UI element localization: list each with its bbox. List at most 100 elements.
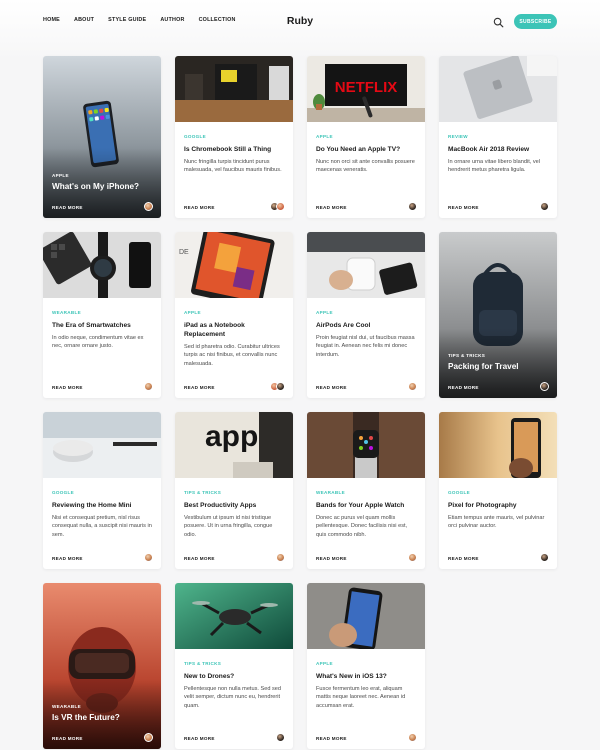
post-title[interactable]: New to Drones? — [184, 672, 285, 681]
nav-collection[interactable]: COLLECTION — [199, 17, 236, 23]
read-more-link[interactable]: READ MORE — [52, 385, 83, 390]
nav-home[interactable]: HOME — [43, 17, 60, 23]
post-title[interactable]: MacBook Air 2018 Review — [448, 145, 549, 154]
read-more-link[interactable]: READ MORE — [184, 385, 215, 390]
post-title[interactable]: AirPods Are Cool — [316, 321, 417, 330]
read-more-link[interactable]: READ MORE — [184, 736, 215, 741]
post-card[interactable]: APPLE What's New in iOS 13? Fusce fermen… — [307, 583, 425, 749]
author-avatar[interactable] — [408, 382, 417, 391]
post-category[interactable]: GOOGLE — [184, 134, 285, 139]
post-card[interactable]: app TIPS & TRICKS Best Productivity Apps… — [175, 412, 293, 569]
post-image — [307, 232, 425, 298]
read-more-link[interactable]: READ MORE — [316, 205, 347, 210]
author-avatar[interactable] — [540, 202, 549, 211]
read-more-link[interactable]: READ MORE — [448, 556, 479, 561]
read-more-link[interactable]: READ MORE — [184, 556, 215, 561]
post-excerpt: Nunc fringilla turpis tincidunt purus ma… — [184, 159, 282, 174]
read-more-link[interactable]: READ MORE — [52, 556, 83, 561]
post-category[interactable]: WEARABLE — [52, 704, 153, 709]
read-more-link[interactable]: READ MORE — [52, 736, 83, 741]
post-image — [439, 412, 557, 478]
read-more-link[interactable]: READ MORE — [184, 205, 215, 210]
author-avatar[interactable] — [540, 553, 549, 562]
post-title[interactable]: The Era of Smartwatches — [52, 321, 153, 330]
post-image — [175, 56, 293, 122]
author-avatar[interactable] — [408, 733, 417, 742]
post-card[interactable]: REVIEW MacBook Air 2018 Review In ornare… — [439, 56, 557, 218]
post-card[interactable]: APPLE What's on My iPhone? READ MORE — [43, 56, 161, 218]
nav-author[interactable]: AUTHOR — [160, 17, 184, 23]
post-title[interactable]: Is Chromebook Still a Thing — [184, 145, 285, 154]
post-excerpt: Vestibulum ut ipsum id nisi tristique po… — [184, 515, 273, 538]
post-category[interactable]: APPLE — [52, 173, 153, 178]
post-title[interactable]: Bands for Your Apple Watch — [316, 501, 417, 510]
post-excerpt: Etiam tempus ante mauris, vel pulvinar o… — [448, 515, 545, 530]
post-category[interactable]: APPLE — [316, 310, 417, 315]
post-title[interactable]: What's on My iPhone? — [52, 182, 153, 192]
nav-style-guide[interactable]: STYLE GUIDE — [108, 17, 146, 23]
post-card[interactable]: TIPS & TRICKS Packing for Travel READ MO… — [439, 232, 557, 398]
post-category[interactable]: GOOGLE — [52, 490, 153, 495]
post-image — [43, 232, 161, 298]
author-avatar[interactable] — [144, 382, 153, 391]
post-card[interactable]: WEARABLE Bands for Your Apple Watch Done… — [307, 412, 425, 569]
post-category[interactable]: GOOGLE — [448, 490, 549, 495]
site-logo[interactable]: Ruby — [287, 15, 313, 27]
post-title[interactable]: Do You Need an Apple TV? — [316, 145, 417, 154]
post-title[interactable]: Best Productivity Apps — [184, 501, 285, 510]
author-avatar[interactable] — [144, 202, 153, 211]
author-avatar[interactable] — [276, 202, 285, 211]
post-card[interactable]: NETFLIX APPLE Do You Need an Apple TV? N… — [307, 56, 425, 218]
read-more-link[interactable]: READ MORE — [52, 205, 83, 210]
post-grid: APPLE What's on My iPhone? READ MORE GOO… — [43, 56, 557, 749]
read-more-link[interactable]: READ MORE — [448, 205, 479, 210]
search-icon[interactable] — [493, 15, 504, 28]
post-image — [439, 56, 557, 122]
post-title[interactable]: Pixel for Photography — [448, 501, 549, 510]
post-category[interactable]: WEARABLE — [52, 310, 153, 315]
author-avatar[interactable] — [408, 553, 417, 562]
post-category[interactable]: APPLE — [184, 310, 285, 315]
author-avatar[interactable] — [540, 382, 549, 391]
post-category[interactable]: APPLE — [316, 661, 417, 666]
post-excerpt: Sed id pharetra odio. Curabitur ultrices… — [184, 344, 280, 367]
author-avatar[interactable] — [276, 553, 285, 562]
read-more-link[interactable]: READ MORE — [316, 556, 347, 561]
post-title[interactable]: Reviewing the Home Mini — [52, 501, 153, 510]
post-category[interactable]: REVIEW — [448, 134, 549, 139]
author-avatar[interactable] — [144, 553, 153, 562]
post-card[interactable]: WEARABLE Is VR the Future? READ MORE — [43, 583, 161, 749]
post-category[interactable]: WEARABLE — [316, 490, 417, 495]
post-card[interactable]: GOOGLE Pixel for Photography Etiam tempu… — [439, 412, 557, 569]
post-category[interactable]: TIPS & TRICKS — [184, 490, 285, 495]
author-avatar[interactable] — [276, 382, 285, 391]
author-avatar[interactable] — [276, 733, 285, 742]
post-card[interactable]: DE APPLE iPad as a Notebook Replacement … — [175, 232, 293, 398]
post-card[interactable]: WEARABLE The Era of Smartwatches In odio… — [43, 232, 161, 398]
post-card[interactable]: GOOGLE Reviewing the Home Mini Nisi et c… — [43, 412, 161, 569]
read-more-link[interactable]: READ MORE — [448, 385, 479, 390]
post-title[interactable]: iPad as a Notebook Replacement — [184, 321, 285, 339]
post-title[interactable]: Packing for Travel — [448, 362, 549, 372]
post-excerpt: Proin feugiat nisl dui, ut faucibus mass… — [316, 335, 415, 358]
post-image — [307, 412, 425, 478]
read-more-link[interactable]: READ MORE — [316, 385, 347, 390]
nav-about[interactable]: ABOUT — [74, 17, 94, 23]
post-card[interactable]: GOOGLE Is Chromebook Still a Thing Nunc … — [175, 56, 293, 218]
post-category[interactable]: TIPS & TRICKS — [448, 353, 549, 358]
read-more-link[interactable]: READ MORE — [316, 736, 347, 741]
subscribe-button[interactable]: SUBSCRIBE — [514, 14, 557, 29]
svg-text:NETFLIX: NETFLIX — [335, 79, 398, 96]
post-card[interactable]: TIPS & TRICKS New to Drones? Pellentesqu… — [175, 583, 293, 749]
post-card[interactable]: APPLE AirPods Are Cool Proin feugiat nis… — [307, 232, 425, 398]
post-image — [175, 583, 293, 649]
author-avatar[interactable] — [408, 202, 417, 211]
post-category[interactable]: APPLE — [316, 134, 417, 139]
post-image: NETFLIX — [307, 56, 425, 122]
post-title[interactable]: What's New in iOS 13? — [316, 672, 417, 681]
post-image: DE — [175, 232, 293, 298]
post-excerpt: Donec ac purus vel quam mollis pellentes… — [316, 515, 408, 538]
author-avatar[interactable] — [144, 733, 153, 742]
post-title[interactable]: Is VR the Future? — [52, 713, 153, 723]
post-category[interactable]: TIPS & TRICKS — [184, 661, 285, 666]
